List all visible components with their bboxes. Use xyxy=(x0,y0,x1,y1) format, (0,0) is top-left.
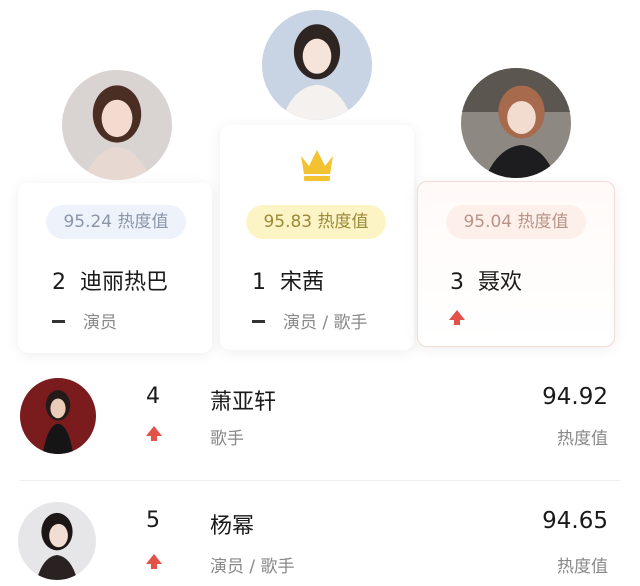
arrow-up-icon xyxy=(146,426,162,441)
divider xyxy=(20,480,620,481)
podium-rank-name[interactable]: 3 聂欢 xyxy=(450,264,522,296)
rank-number: 4 xyxy=(146,384,160,409)
heat-score-label: 热度值 xyxy=(557,557,608,577)
role-line: 演员 xyxy=(52,308,117,333)
avatar-rank-3[interactable] xyxy=(461,68,571,178)
heat-score: 94.92 xyxy=(542,384,608,410)
arrow-up-icon xyxy=(449,310,465,325)
heat-score-pill: 95.24 热度值 xyxy=(46,205,186,239)
dash-icon xyxy=(52,319,65,323)
avatar-rank-1[interactable] xyxy=(262,10,372,120)
role-text: 演员 xyxy=(83,313,117,333)
list-item[interactable]: 4 萧亚轩 歌手 94.92 热度值 xyxy=(0,368,640,478)
arrow-up-icon xyxy=(146,554,162,569)
rank-number: 5 xyxy=(146,508,160,533)
role-text: 演员 / 歌手 xyxy=(283,313,368,333)
list-item[interactable]: 5 杨幂 演员 / 歌手 94.65 热度值 xyxy=(0,490,640,586)
celebrity-name: 萧亚轩 xyxy=(210,390,277,415)
role-text: 歌手 xyxy=(210,429,244,449)
celebrity-name: 聂欢 xyxy=(478,270,523,295)
rank-number: 1 xyxy=(252,270,266,295)
rank-number: 3 xyxy=(450,270,464,295)
avatar[interactable] xyxy=(20,378,96,454)
celebrity-name: 杨幂 xyxy=(210,514,255,539)
heat-score-pill: 95.04 热度值 xyxy=(446,205,586,239)
podium-rank-name[interactable]: 2 迪丽热巴 xyxy=(52,264,168,296)
heat-score-pill: 95.83 热度值 xyxy=(246,205,386,239)
avatar-rank-2[interactable] xyxy=(62,70,172,180)
crown-icon xyxy=(301,150,333,181)
celebrity-name: 宋茜 xyxy=(280,270,325,295)
avatar[interactable] xyxy=(18,502,96,580)
podium-rank-name[interactable]: 1 宋茜 xyxy=(252,264,324,296)
role-line: 演员 / 歌手 xyxy=(252,308,368,333)
heat-score: 94.65 xyxy=(542,508,608,534)
celebrity-name: 迪丽热巴 xyxy=(80,270,169,295)
rank-number: 2 xyxy=(52,270,66,295)
dash-icon xyxy=(252,319,265,323)
heat-score-label: 热度值 xyxy=(557,429,608,449)
role-text: 演员 / 歌手 xyxy=(210,557,295,577)
